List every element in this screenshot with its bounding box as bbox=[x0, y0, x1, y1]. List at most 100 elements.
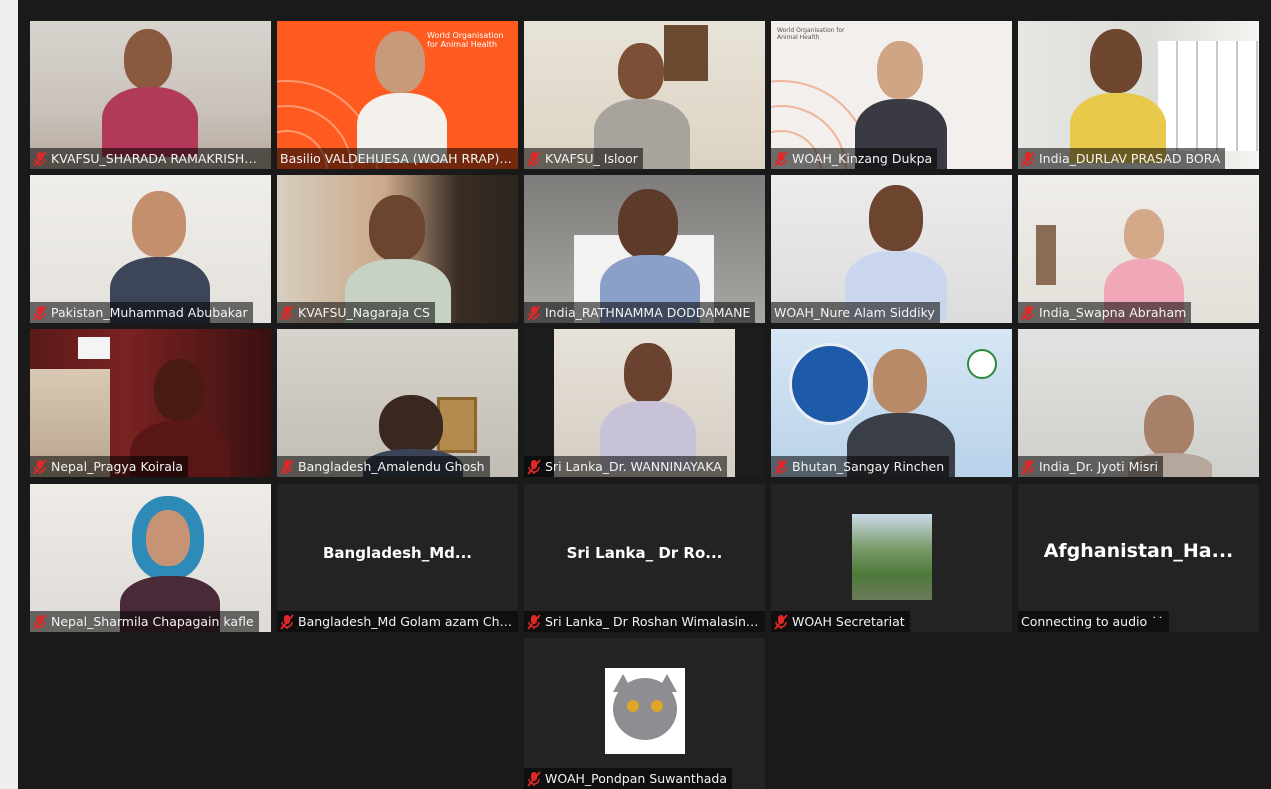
woah-logo: World Organisation for Animal Health bbox=[427, 31, 504, 49]
muted-mic-icon bbox=[774, 458, 788, 475]
muted-mic-icon bbox=[1021, 150, 1035, 167]
participant-name-bar: Sri Lanka_Dr. WANNINAYAKA bbox=[524, 456, 727, 477]
wall-frame bbox=[437, 397, 477, 453]
muted-mic-icon bbox=[527, 304, 541, 321]
cat-eye-left bbox=[627, 700, 639, 712]
participant-name: KVAFSU_ Isloor bbox=[545, 151, 638, 166]
participant-tile[interactable]: Nepal_Sharmila Chapagain kafle bbox=[30, 484, 271, 632]
participant-tile[interactable]: Bangladesh_Md... Bangladesh_Md Golam aza… bbox=[277, 484, 518, 632]
participant-name-bar: KVAFSU_SHARADA RAMAKRISHNAI... bbox=[30, 148, 271, 169]
participant-name: Nepal_Sharmila Chapagain kafle bbox=[51, 614, 254, 629]
participant-tile[interactable]: Afghanistan_Ha... Connecting to audio ˙˙ bbox=[1018, 484, 1259, 632]
muted-mic-icon bbox=[1021, 304, 1035, 321]
participant-name-bar: India_DURLAV PRASAD BORA bbox=[1018, 148, 1226, 169]
participant-name-bar: WOAH_Pondpan Suwanthada bbox=[524, 768, 733, 789]
participant-tile[interactable]: WOAH_Nure Alam Siddiky bbox=[771, 175, 1012, 323]
light bbox=[78, 337, 110, 359]
participant-tile[interactable]: KVAFSU_ Isloor bbox=[524, 21, 765, 169]
participant-name: WOAH_Kinzang Dukpa bbox=[792, 151, 933, 166]
profile-picture bbox=[605, 668, 685, 754]
participant-name: KVAFSU_SHARADA RAMAKRISHNAI... bbox=[51, 151, 266, 166]
participant-tile[interactable]: KVAFSU_Nagaraja CS bbox=[277, 175, 518, 323]
wall-papers bbox=[1158, 41, 1258, 151]
participant-name-bar: India_RATHNAMMA DODDAMANE bbox=[524, 302, 756, 323]
participant-name-bar: Bhutan_Sangay Rinchen bbox=[771, 456, 950, 477]
participant-name-bar: WOAH_Kinzang Dukpa bbox=[771, 148, 938, 169]
participant-name: Bhutan_Sangay Rinchen bbox=[792, 459, 945, 474]
participant-name-bar: Bangladesh_Amalendu Ghosh bbox=[277, 456, 490, 477]
muted-mic-icon bbox=[33, 304, 47, 321]
participant-name: Pakistan_Muhammad Abubakar bbox=[51, 305, 248, 320]
participant-name: India_RATHNAMMA DODDAMANE bbox=[545, 305, 751, 320]
gallery-view: KVAFSU_SHARADA RAMAKRISHNAI... World Org… bbox=[18, 0, 1271, 789]
participant-name: WOAH_Nure Alam Siddiky bbox=[774, 305, 935, 320]
participant-tile[interactable]: Sri Lanka_ Dr Ro... Sri Lanka_ Dr Roshan… bbox=[524, 484, 765, 632]
muted-mic-icon bbox=[280, 458, 294, 475]
wall-plaque bbox=[664, 25, 708, 81]
participant-name-bar: KVAFSU_Nagaraja CS bbox=[277, 302, 435, 323]
door bbox=[1036, 225, 1056, 285]
muted-mic-icon bbox=[33, 458, 47, 475]
participant-name: Bangladesh_Md Golam azam Chow... bbox=[298, 614, 513, 629]
participant-tile[interactable]: World Organisation for Animal Health WOA… bbox=[771, 21, 1012, 169]
participant-tile[interactable]: World Organisation for Animal Health Bas… bbox=[277, 21, 518, 169]
participant-tile[interactable]: WOAH Secretariat bbox=[771, 484, 1012, 632]
participant-name-bar: India_Dr. Jyoti Misri bbox=[1018, 456, 1163, 477]
participant-name: Nepal_Pragya Koirala bbox=[51, 459, 184, 474]
participant-tile[interactable]: KVAFSU_SHARADA RAMAKRISHNAI... bbox=[30, 21, 271, 169]
participant-name-bar: WOAH_Nure Alam Siddiky bbox=[771, 302, 940, 323]
participant-tile[interactable]: Nepal_Pragya Koirala bbox=[30, 329, 271, 477]
participant-tile[interactable]: India_Dr. Jyoti Misri bbox=[1018, 329, 1259, 477]
connecting-status: Connecting to audio ˙˙ bbox=[1021, 614, 1164, 629]
participant-name-bar: Pakistan_Muhammad Abubakar bbox=[30, 302, 253, 323]
participant-display-name: Afghanistan_Ha... bbox=[1043, 540, 1234, 562]
participant-grid: KVAFSU_SHARADA RAMAKRISHNAI... World Org… bbox=[18, 0, 1271, 789]
participant-tile[interactable]: Bangladesh_Amalendu Ghosh bbox=[277, 329, 518, 477]
participant-tile[interactable]: India_Swapna Abraham bbox=[1018, 175, 1259, 323]
participant-name: WOAH Secretariat bbox=[792, 614, 905, 629]
muted-mic-icon bbox=[280, 613, 294, 630]
participant-name: Sri Lanka_Dr. WANNINAYAKA bbox=[545, 459, 722, 474]
participant-display-name: Bangladesh_Md... bbox=[322, 544, 472, 562]
muted-mic-icon bbox=[33, 150, 47, 167]
participant-name: Sri Lanka_ Dr Roshan Wimalasinghe bbox=[545, 614, 760, 629]
muted-mic-icon bbox=[527, 458, 541, 475]
participant-name: Bangladesh_Amalendu Ghosh bbox=[298, 459, 485, 474]
participant-tile[interactable]: WOAH_Pondpan Suwanthada bbox=[524, 638, 765, 789]
participant-name-bar: Connecting to audio ˙˙ bbox=[1018, 611, 1169, 632]
muted-mic-icon bbox=[33, 613, 47, 630]
participant-name-bar: Nepal_Sharmila Chapagain kafle bbox=[30, 611, 259, 632]
participant-tile[interactable]: Bhutan_Sangay Rinchen bbox=[771, 329, 1012, 477]
participant-tile[interactable]: Sri Lanka_Dr. WANNINAYAKA bbox=[524, 329, 765, 477]
muted-mic-icon bbox=[280, 304, 294, 321]
muted-mic-icon bbox=[527, 770, 541, 787]
cat-eye-right bbox=[651, 700, 663, 712]
muted-mic-icon bbox=[774, 150, 788, 167]
participant-name-bar: India_Swapna Abraham bbox=[1018, 302, 1192, 323]
participant-tile[interactable]: India_DURLAV PRASAD BORA bbox=[1018, 21, 1259, 169]
participant-name-bar: Bangladesh_Md Golam azam Chow... bbox=[277, 611, 518, 632]
participant-name: WOAH_Pondpan Suwanthada bbox=[545, 771, 728, 786]
veterinary-emblem bbox=[789, 343, 871, 425]
emblem-small bbox=[967, 349, 997, 379]
profile-picture bbox=[852, 514, 932, 600]
participant-tile[interactable]: Pakistan_Muhammad Abubakar bbox=[30, 175, 271, 323]
participant-name-bar: Basilio VALDEHUESA (WOAH RRAP) (H... bbox=[277, 148, 518, 169]
participant-display-name: Sri Lanka_ Dr Ro... bbox=[566, 544, 723, 562]
participant-name: India_Dr. Jyoti Misri bbox=[1039, 459, 1158, 474]
participant-name-bar: Sri Lanka_ Dr Roshan Wimalasinghe bbox=[524, 611, 765, 632]
muted-mic-icon bbox=[774, 613, 788, 630]
muted-mic-icon bbox=[527, 613, 541, 630]
participant-name-bar: Nepal_Pragya Koirala bbox=[30, 456, 189, 477]
participant-name: Basilio VALDEHUESA (WOAH RRAP) (H... bbox=[280, 151, 513, 166]
participant-tile[interactable]: India_RATHNAMMA DODDAMANE bbox=[524, 175, 765, 323]
participant-name: India_Swapna Abraham bbox=[1039, 305, 1187, 320]
cat-ear-right bbox=[657, 674, 677, 692]
muted-mic-icon bbox=[1021, 458, 1035, 475]
participant-name: India_DURLAV PRASAD BORA bbox=[1039, 151, 1221, 166]
woah-logo: World Organisation for Animal Health bbox=[777, 27, 845, 41]
muted-mic-icon bbox=[527, 150, 541, 167]
participant-name-bar: KVAFSU_ Isloor bbox=[524, 148, 643, 169]
cat-ear-left bbox=[613, 674, 633, 692]
participant-name-bar: WOAH Secretariat bbox=[771, 611, 910, 632]
